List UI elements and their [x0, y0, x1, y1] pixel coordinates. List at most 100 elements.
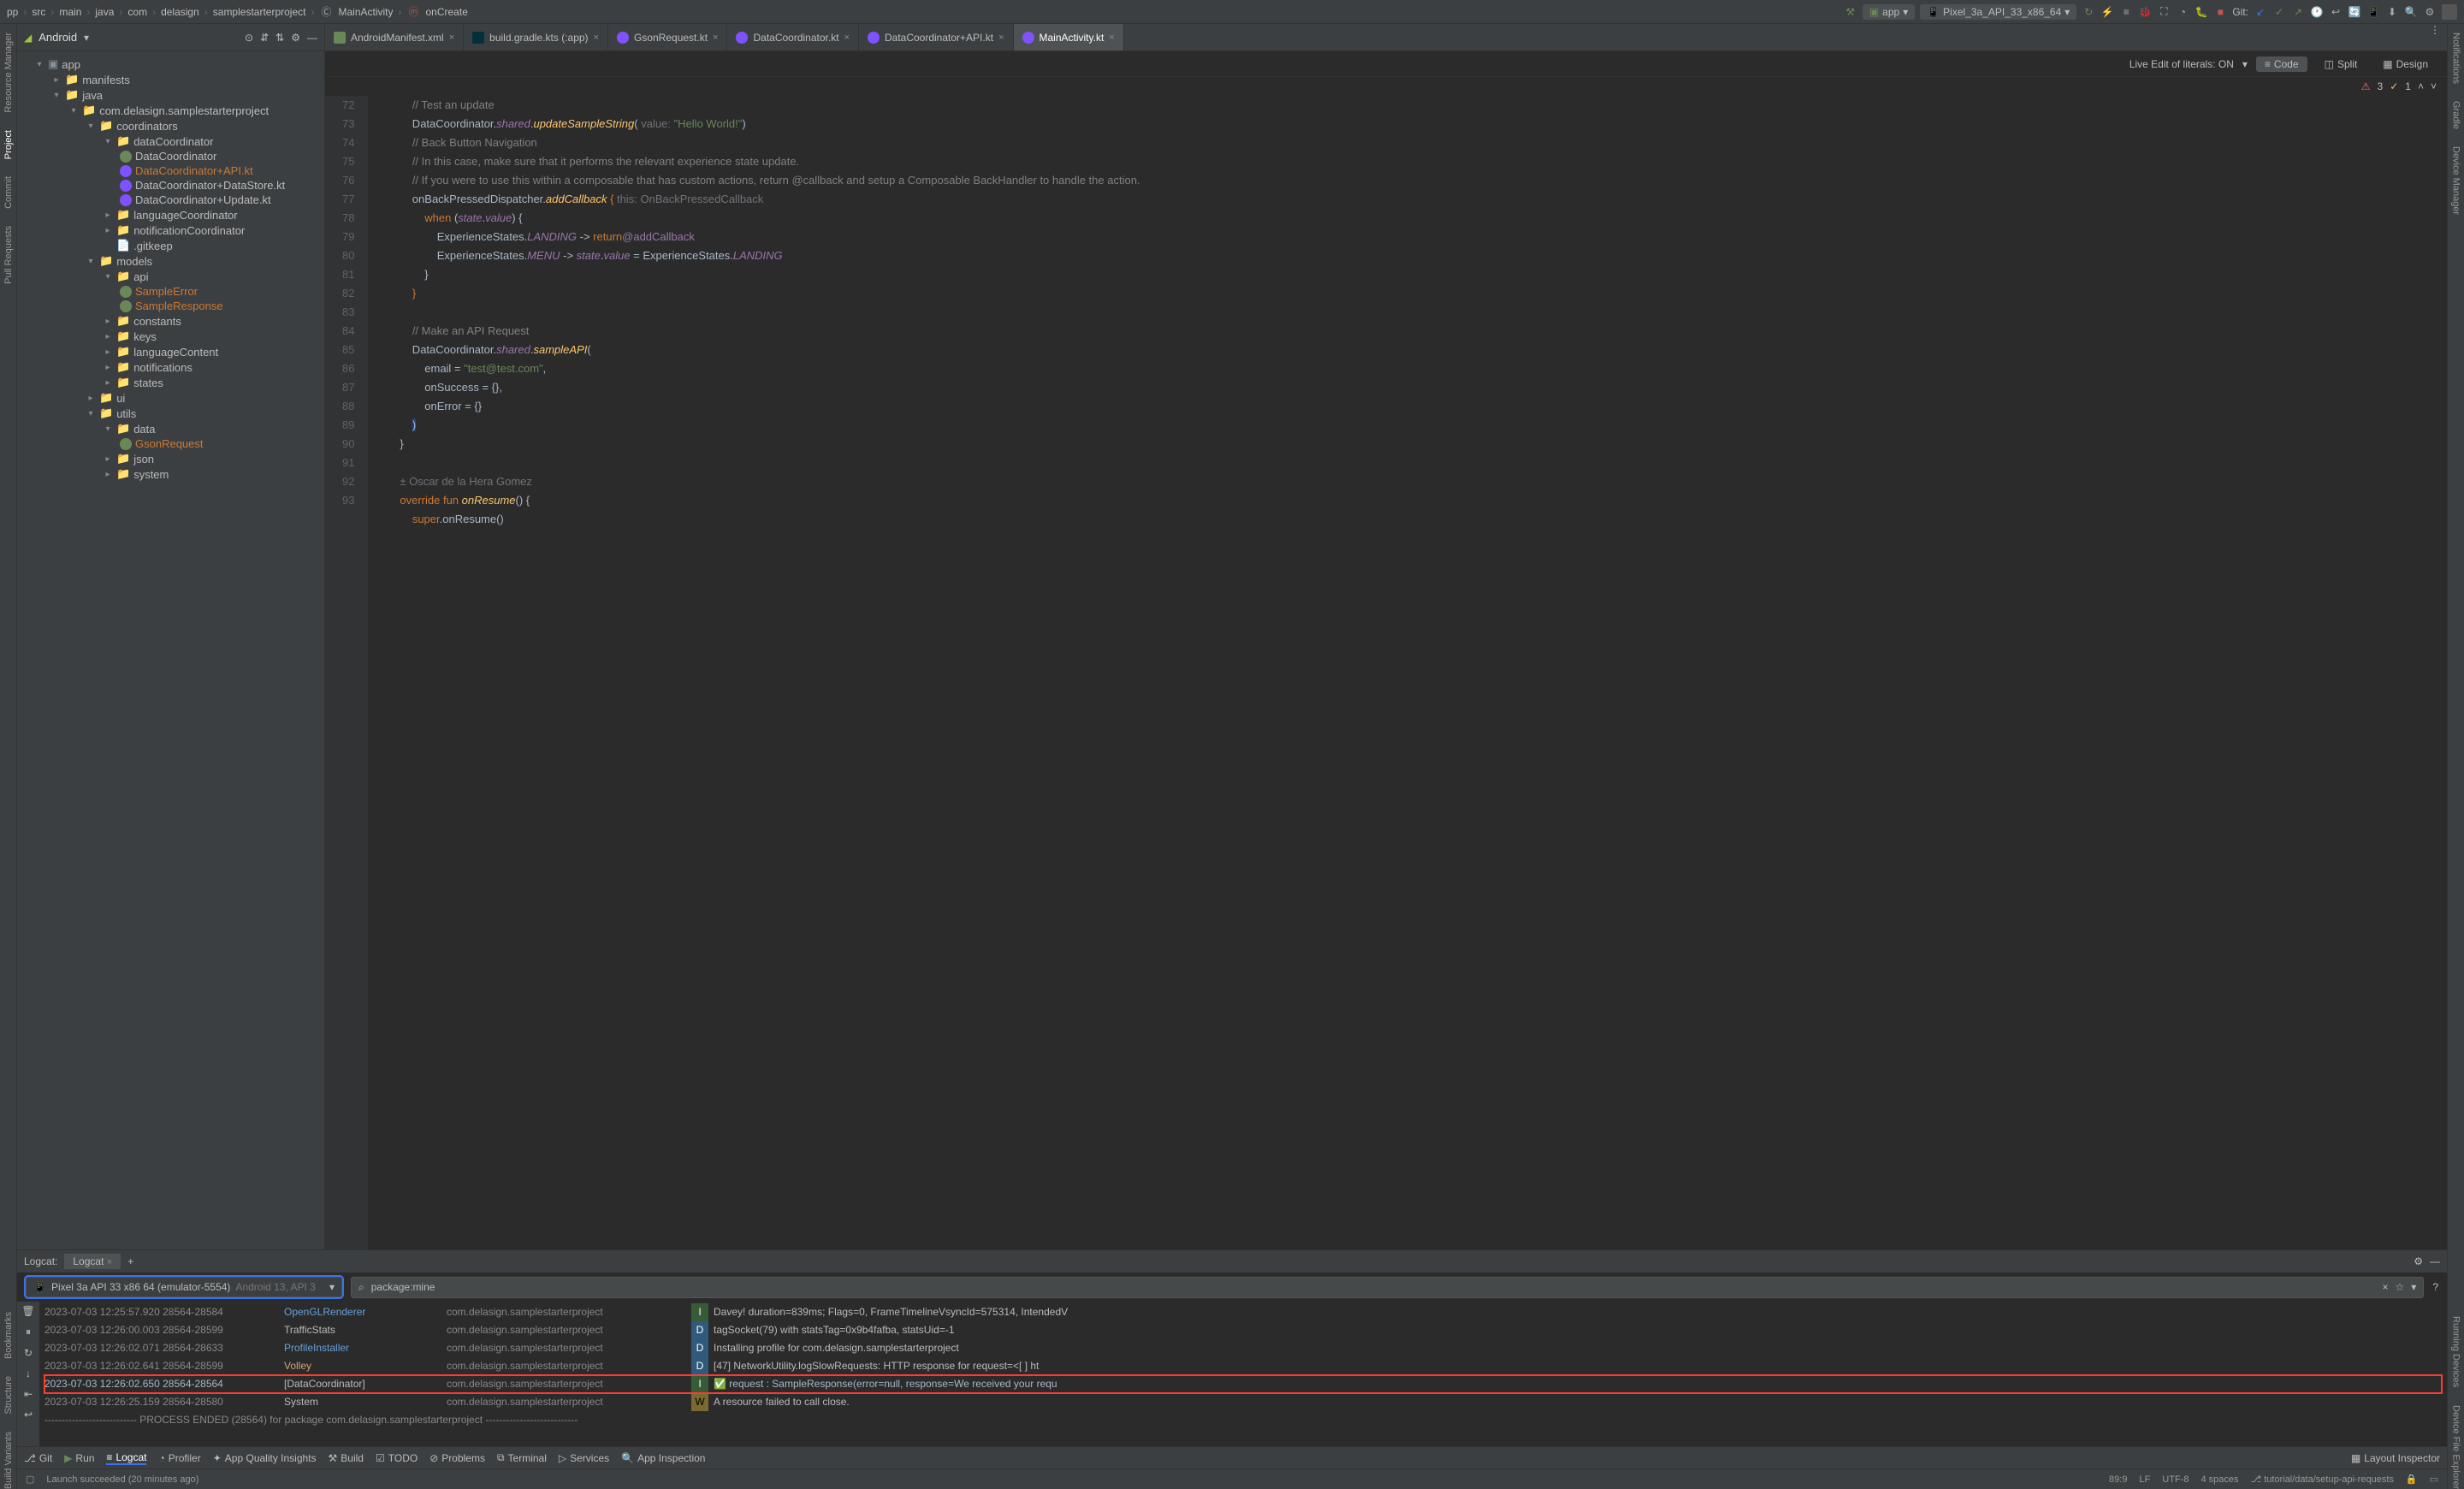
previous-icon[interactable]: ⇤ — [24, 1388, 33, 1400]
rail-emulator[interactable]: Running Devices — [2451, 1316, 2461, 1387]
logcat-output[interactable]: 2023-07-03 12:25:57.920 28564-28584OpenG… — [39, 1302, 2447, 1446]
star-icon[interactable]: ☆ — [2396, 1281, 2405, 1293]
collapse-icon[interactable]: ⇅ — [275, 32, 284, 44]
close-icon[interactable]: × — [449, 33, 454, 43]
wrap-icon[interactable]: ↩ — [24, 1409, 33, 1421]
git-branch[interactable]: ⎇ tutorial/data/setup-api-requests — [2251, 1474, 2394, 1485]
rail-commit[interactable]: Commit — [3, 176, 14, 209]
rail-device-file-explorer[interactable]: Device File Explorer — [2451, 1405, 2461, 1489]
log-line[interactable]: 2023-07-03 12:26:25.159 28564-28580Syste… — [44, 1393, 2442, 1411]
rail-structure[interactable]: Structure — [3, 1376, 14, 1415]
scroll-end-icon[interactable]: ↓ — [26, 1367, 31, 1379]
breadcrumb[interactable]: main — [59, 6, 81, 18]
close-icon[interactable]: × — [844, 33, 850, 43]
tree-app[interactable]: app — [62, 58, 80, 71]
tab-build[interactable]: ⚒Build — [329, 1452, 364, 1464]
log-line[interactable]: 2023-07-03 12:25:57.920 28564-28584OpenG… — [44, 1303, 2442, 1321]
tree-states[interactable]: states — [133, 377, 163, 389]
rail-device-manager[interactable]: Device Manager — [2451, 146, 2461, 215]
log-line[interactable]: 2023-07-03 12:26:02.650 28564-28564[Data… — [44, 1375, 2442, 1393]
log-line[interactable]: 2023-07-03 12:26:02.071 28564-28633Profi… — [44, 1339, 2442, 1357]
run-icon[interactable]: ↻ — [2082, 5, 2095, 19]
dropdown-icon[interactable]: ▾ — [84, 32, 89, 44]
log-line[interactable]: --------------------------- PROCESS ENDE… — [44, 1411, 2442, 1429]
tab-menu-icon[interactable]: ⋮ — [2423, 24, 2447, 50]
editor-tab[interactable]: build.gradle.kts (:app)× — [464, 24, 608, 50]
tree-keys[interactable]: keys — [133, 330, 157, 343]
tree-json[interactable]: json — [133, 453, 154, 466]
tree-constants[interactable]: constants — [133, 315, 181, 328]
help-icon[interactable]: ? — [2432, 1281, 2438, 1293]
rail-notifications[interactable]: Notifications — [2451, 33, 2461, 84]
breadcrumb[interactable]: com — [127, 6, 147, 18]
profile-icon[interactable]: ◔ — [2176, 5, 2189, 19]
tree-gitkeep[interactable]: .gitkeep — [133, 240, 173, 252]
project-tree[interactable]: ▾▣app ▸📁manifests ▾📁java ▾📁com.delasign.… — [17, 51, 325, 1249]
git-commit-icon[interactable]: ✓ — [2272, 5, 2286, 19]
tree-sampleerr[interactable]: SampleError — [135, 285, 198, 298]
tree-dcapi[interactable]: DataCoordinator+API.kt — [135, 164, 253, 177]
close-icon[interactable]: × — [107, 1257, 112, 1267]
breadcrumb[interactable]: MainActivity — [338, 6, 393, 18]
tab-layout-inspector[interactable]: ▦Layout Inspector — [2351, 1452, 2440, 1464]
hide-icon[interactable]: — — [307, 32, 317, 44]
error-count[interactable]: 3 — [2378, 80, 2384, 92]
stop-icon[interactable]: ■ — [2213, 5, 2227, 19]
tree-datacoord[interactable]: dataCoordinator — [133, 135, 213, 148]
code-editor[interactable]: 7273747576777879808182838485868788899091… — [325, 96, 2447, 1249]
history-icon[interactable]: ▾ — [2411, 1281, 2416, 1293]
tree-coordinators[interactable]: coordinators — [116, 120, 178, 133]
editor-tab[interactable]: AndroidManifest.xml× — [325, 24, 464, 50]
add-tab-icon[interactable]: + — [127, 1255, 133, 1267]
memory-icon[interactable]: ▭ — [2430, 1474, 2438, 1485]
debug-icon[interactable]: ≡ — [2119, 5, 2133, 19]
logcat-filter-input[interactable]: ⌕ package:mine × ☆ ▾ — [351, 1277, 2424, 1298]
tree-utils[interactable]: utils — [116, 407, 136, 420]
breadcrumb[interactable]: onCreate — [426, 6, 468, 18]
tab-problems[interactable]: ⊘Problems — [429, 1452, 485, 1464]
tree-dcds[interactable]: DataCoordinator+DataStore.kt — [135, 179, 285, 192]
rail-gradle[interactable]: Gradle — [2451, 101, 2461, 129]
close-icon[interactable]: × — [1109, 33, 1114, 43]
expand-icon[interactable]: ⇵ — [260, 32, 269, 44]
code-mode-button[interactable]: ≡Code — [2256, 56, 2307, 72]
indent-setting[interactable]: 4 spaces — [2200, 1474, 2238, 1485]
tab-services[interactable]: ▷Services — [559, 1452, 609, 1464]
log-line[interactable]: 2023-07-03 12:26:02.641 28564-28599Volle… — [44, 1357, 2442, 1375]
breadcrumb[interactable]: src — [32, 6, 45, 18]
breadcrumb[interactable]: pp — [7, 6, 18, 18]
tab-git[interactable]: ⎇Git — [24, 1452, 52, 1464]
rail-bookmarks[interactable]: Bookmarks — [3, 1312, 14, 1359]
design-mode-button[interactable]: ▦Design — [2374, 56, 2437, 72]
avatar-icon[interactable] — [2442, 4, 2457, 20]
tree-sampleresp[interactable]: SampleResponse — [135, 300, 223, 312]
line-separator[interactable]: LF — [2139, 1474, 2150, 1485]
file-encoding[interactable]: UTF-8 — [2162, 1474, 2189, 1485]
bug-icon[interactable]: 🐞 — [2138, 5, 2152, 19]
tab-profiler[interactable]: ◔Profiler — [158, 1452, 200, 1464]
search-icon[interactable]: 🔍 — [2404, 5, 2418, 19]
hammer-icon[interactable]: ⚒ — [1844, 5, 1857, 19]
git-push-icon[interactable]: ↗ — [2291, 5, 2305, 19]
tab-aqi[interactable]: ✦App Quality Insights — [213, 1452, 317, 1464]
split-mode-button[interactable]: ◫Split — [2316, 56, 2366, 72]
tree-langcoord[interactable]: languageCoordinator — [133, 209, 237, 222]
tree-manifests[interactable]: manifests — [82, 74, 130, 86]
logcat-tab[interactable]: Logcat × — [64, 1254, 121, 1269]
editor-tab[interactable]: MainActivity.kt× — [1014, 24, 1124, 50]
error-count-icon[interactable]: ⚠ — [2361, 80, 2371, 92]
attach-icon[interactable]: 🐛 — [2194, 5, 2208, 19]
tab-run[interactable]: ▶Run — [64, 1452, 94, 1464]
git-pull-icon[interactable]: ↙ — [2254, 5, 2267, 19]
tree-dcup[interactable]: DataCoordinator+Update.kt — [135, 193, 271, 206]
tab-app-inspection[interactable]: 🔍App Inspection — [621, 1452, 705, 1464]
settings-icon[interactable]: ⚙ — [2423, 5, 2437, 19]
rail-build-variants[interactable]: Build Variants — [3, 1432, 14, 1489]
gear-icon[interactable]: ⚙ — [291, 32, 300, 44]
tree-api[interactable]: api — [133, 270, 148, 283]
clear-icon[interactable]: × — [2383, 1281, 2389, 1293]
tree-gsonreq[interactable]: GsonRequest — [135, 437, 204, 450]
rail-project[interactable]: Project — [3, 130, 14, 159]
avd-icon[interactable]: 📱 — [2366, 5, 2380, 19]
device-selector[interactable]: 📱Pixel_3a_API_33_x86_64▾ — [1920, 4, 2076, 20]
